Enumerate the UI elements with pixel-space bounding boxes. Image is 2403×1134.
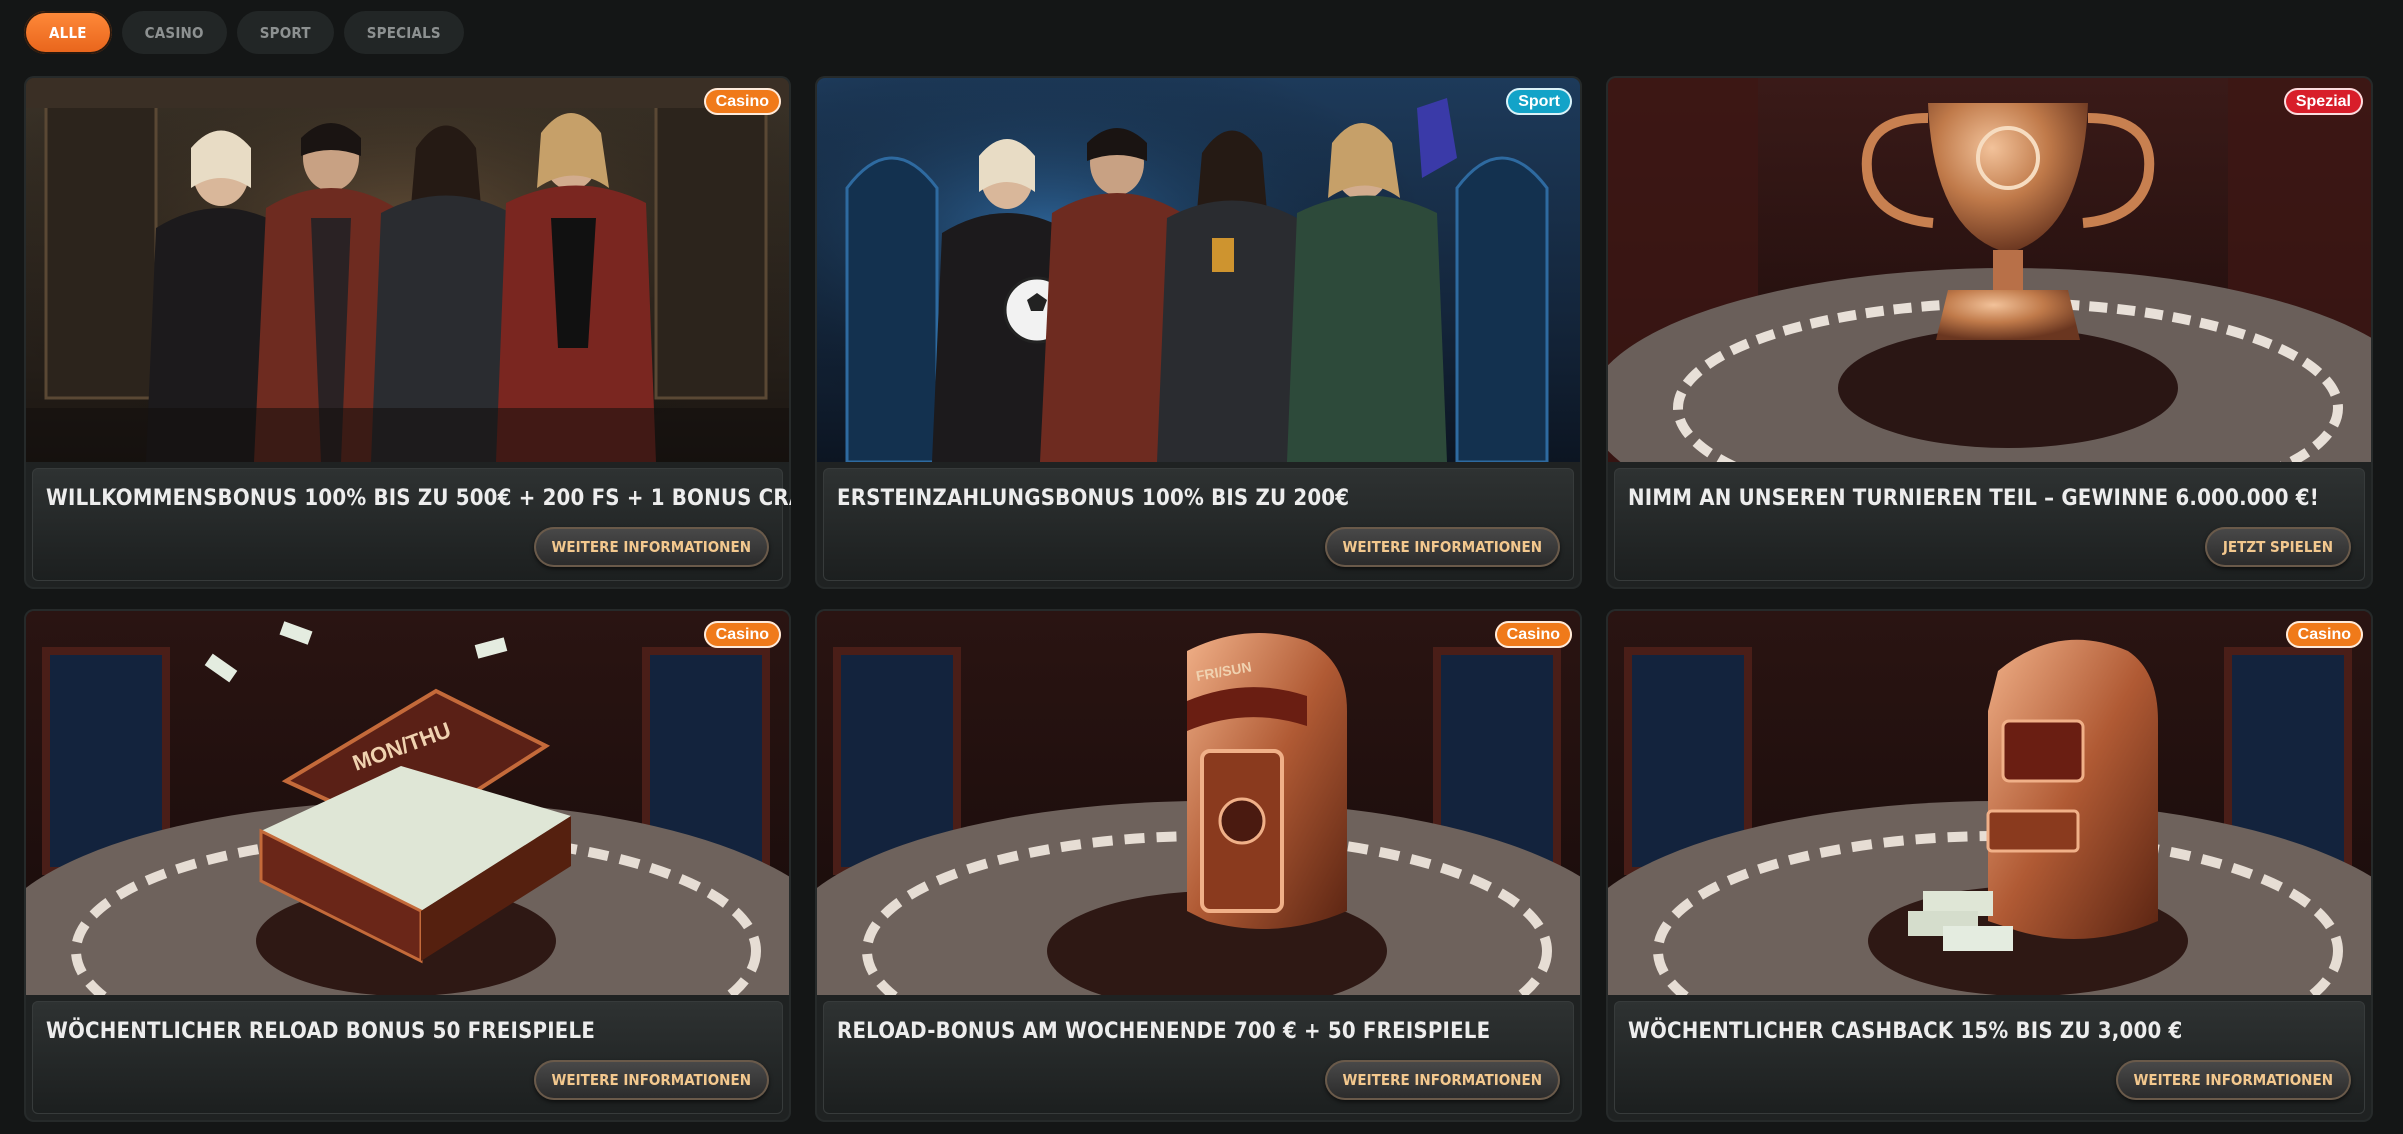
promo-title: WÖCHENTLICHER CASHBACK 15% BIS ZU 3,000 … (1628, 1019, 2183, 1044)
play-now-button[interactable]: JETZT SPIELEN (2204, 527, 2351, 567)
promo-image-characters-casino (26, 78, 789, 462)
tab-casino[interactable]: CASINO (121, 11, 227, 54)
category-badge-sport: Sport (1506, 88, 1572, 115)
promo-footer: RELOAD-BONUS AM WOCHENENDE 700 € + 50 FR… (823, 1001, 1574, 1114)
tab-specials[interactable]: SPECIALS (343, 11, 464, 54)
promo-footer: WÖCHENTLICHER RELOAD BONUS 50 FREISPIELE… (32, 1001, 783, 1114)
promo-card-weekly-cashback[interactable]: Casino WÖCHENTLICHER CASHBACK 15% BIS ZU… (1606, 609, 2373, 1122)
tab-sport[interactable]: SPORT (236, 11, 334, 54)
category-badge-spezial: Spezial (2283, 88, 2363, 115)
promo-title: NIMM AN UNSEREN TURNIEREN TEIL – GEWINNE… (1628, 486, 2319, 511)
promo-card-tournaments[interactable]: Spezial NIMM AN UNSEREN TURNIEREN TEIL –… (1606, 76, 2373, 589)
tab-alle[interactable]: ALLE (24, 11, 112, 54)
promo-image-slot-machine-money (1608, 611, 2371, 995)
promo-title: ERSTEINZAHLUNGSBONUS 100% BIS ZU 200€ (837, 486, 1350, 511)
promo-footer: WILLKOMMENSBONUS 100% BIS ZU 500€ + 200 … (32, 468, 791, 581)
promo-card-first-deposit-sport[interactable]: Sport ERSTEINZAHLUNGSBONUS 100% BIS ZU 2… (815, 76, 1582, 589)
category-badge-casino: Casino (703, 621, 781, 648)
more-info-button[interactable]: WEITERE INFORMATIONEN (1324, 1060, 1560, 1100)
filter-tabs: ALLE CASINO SPORT SPECIALS (24, 11, 464, 54)
more-info-button[interactable]: WEITERE INFORMATIONEN (2115, 1060, 2351, 1100)
promo-card-weekly-reload[interactable]: MON/THU Casino WÖCHENTLICHER RELOAD BONU… (24, 609, 791, 1122)
promo-footer: NIMM AN UNSEREN TURNIEREN TEIL – GEWINNE… (1614, 468, 2365, 581)
promo-title: WÖCHENTLICHER RELOAD BONUS 50 FREISPIELE (46, 1019, 596, 1044)
promo-footer: WÖCHENTLICHER CASHBACK 15% BIS ZU 3,000 … (1614, 1001, 2365, 1114)
more-info-button[interactable]: WEITERE INFORMATIONEN (533, 1060, 769, 1100)
promo-image-fri-sun-machine: FRI/SUN (817, 611, 1580, 995)
promo-footer: ERSTEINZAHLUNGSBONUS 100% BIS ZU 200€ WE… (823, 468, 1574, 581)
promo-image-golden-trophy (1608, 78, 2371, 462)
promotions-grid: Casino WILLKOMMENSBONUS 100% BIS ZU 500€… (24, 76, 2373, 1122)
promo-card-weekend-reload[interactable]: FRI/SUN Casino RELOAD-BONUS AM WOCHENEND… (815, 609, 1582, 1122)
more-info-button[interactable]: WEITERE INFORMATIONEN (533, 527, 769, 567)
category-badge-casino: Casino (2285, 621, 2363, 648)
promo-title: WILLKOMMENSBONUS 100% BIS ZU 500€ + 200 … (46, 486, 791, 511)
more-info-button[interactable]: WEITERE INFORMATIONEN (1324, 527, 1560, 567)
promo-image-characters-sports-bar (817, 78, 1580, 462)
promo-card-welcome-bonus[interactable]: Casino WILLKOMMENSBONUS 100% BIS ZU 500€… (24, 76, 791, 589)
category-badge-casino: Casino (703, 88, 781, 115)
promo-image-money-case: MON/THU (26, 611, 789, 995)
promo-title: RELOAD-BONUS AM WOCHENENDE 700 € + 50 FR… (837, 1019, 1491, 1044)
category-badge-casino: Casino (1494, 621, 1572, 648)
